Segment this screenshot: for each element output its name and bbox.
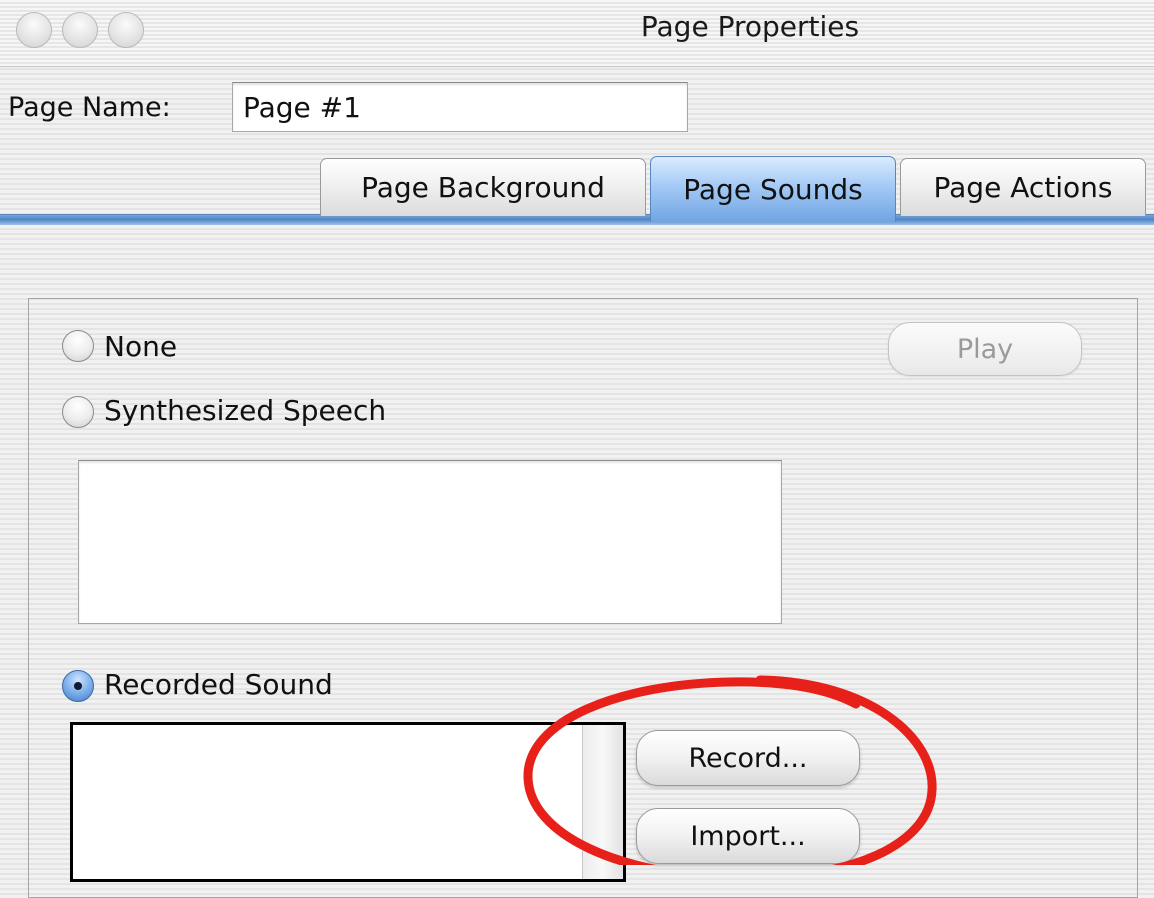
record-button[interactable]: Record... <box>636 730 860 786</box>
title-bar: Page Properties <box>0 0 1154 67</box>
speech-text-area[interactable] <box>78 460 782 624</box>
tab-page-sounds[interactable]: Page Sounds <box>650 156 896 222</box>
synthesized-speech-label: Synthesized Speech <box>104 394 387 427</box>
recorded-sound-list[interactable] <box>70 722 626 882</box>
radio-selected-dot <box>74 682 82 690</box>
recorded-sound-label: Recorded Sound <box>104 668 333 701</box>
none-radio-label: None <box>104 330 178 363</box>
synthesized-speech-radio[interactable] <box>62 396 94 428</box>
tab-page-background[interactable]: Page Background <box>320 158 646 216</box>
zoom-window-button[interactable] <box>108 12 144 48</box>
recorded-sound-radio[interactable] <box>62 670 94 702</box>
none-radio[interactable] <box>62 330 94 362</box>
page-name-label: Page Name: <box>8 92 171 123</box>
close-window-button[interactable] <box>16 12 52 48</box>
sound-list-scrollbar[interactable] <box>582 725 623 879</box>
import-button[interactable]: Import... <box>636 808 860 864</box>
page-name-input[interactable] <box>232 82 688 132</box>
window-title: Page Properties <box>640 10 860 43</box>
minimize-window-button[interactable] <box>62 12 98 48</box>
play-button[interactable]: Play <box>888 322 1082 376</box>
tab-page-actions[interactable]: Page Actions <box>900 158 1146 216</box>
